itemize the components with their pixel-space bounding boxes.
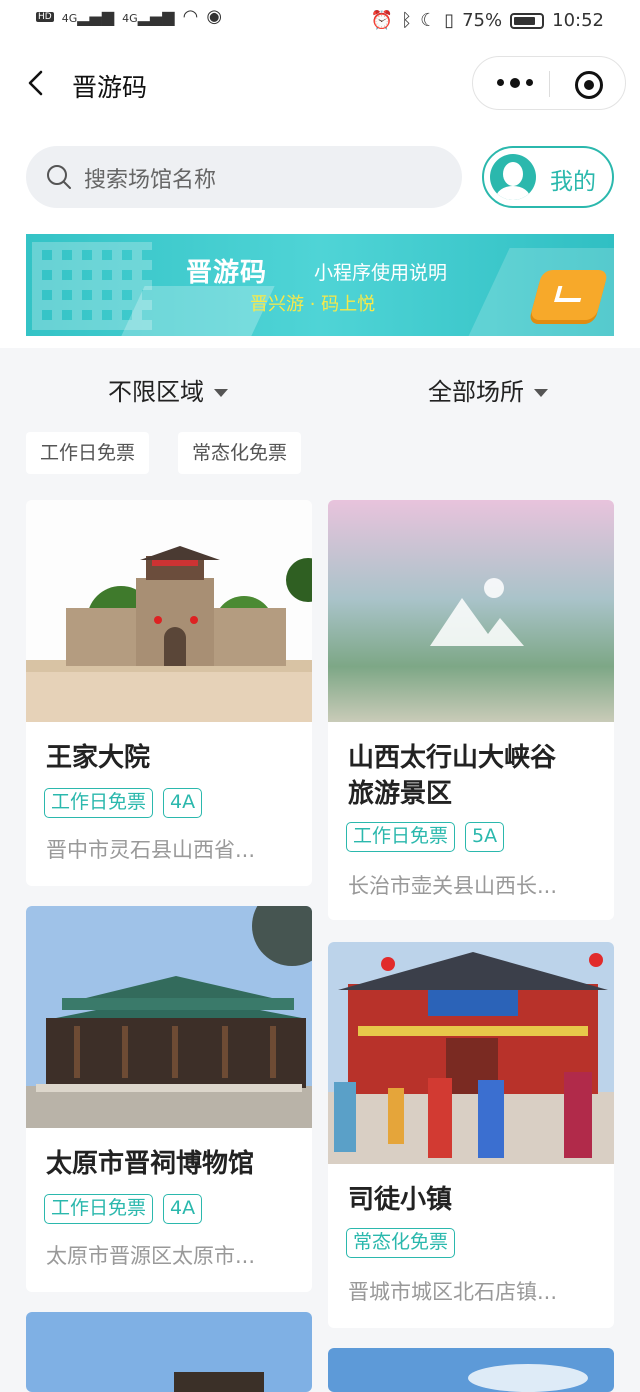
search-placeholder: 搜索场馆名称	[84, 168, 217, 193]
tag: 工作日免票	[44, 1194, 154, 1224]
page-title: 晋游码	[72, 73, 148, 102]
search-icon	[47, 165, 71, 189]
tag: 4A	[163, 1194, 203, 1224]
venue-tags: 工作日免票 5A	[346, 822, 505, 852]
venue-card[interactable]: 山西太行山大峡谷 旅游景区 工作日免票 5A 长治市壶关县山西长...	[328, 500, 614, 920]
venue-card[interactable]: 司徒小镇 常态化免票 晋城市城区北石店镇...	[328, 942, 614, 1328]
search-input[interactable]: 搜索场馆名称	[26, 146, 462, 208]
venue-tags: 工作日免票 4A	[44, 1194, 203, 1224]
venue-card[interactable]: 王家大院 工作日免票 4A 晋中市灵石县山西省...	[26, 500, 312, 886]
venue-photo	[26, 500, 312, 722]
venue-filter-label: 全部场所	[428, 378, 524, 406]
status-bar: HD 4G▂▄▆ 4G▂▄▆ ◠ ◉ ⏰ ᛒ ☾ ▯ 75% 10:52	[0, 0, 640, 44]
check-chip-icon	[529, 270, 609, 320]
back-arrow-icon[interactable]	[22, 68, 52, 98]
venue-card[interactable]: 太原市晋祠博物馆 工作日免票 4A 太原市晋源区太原市...	[26, 906, 312, 1292]
mine-button[interactable]: 我的	[482, 146, 614, 208]
hd-badge: HD	[36, 11, 54, 22]
more-icon[interactable]	[497, 77, 533, 88]
venue-address: 太原市晋源区太原市...	[46, 1244, 256, 1268]
wifi-icon: ◠	[182, 6, 199, 27]
banner-subtitle: 小程序使用说明	[314, 262, 448, 284]
venue-photo	[26, 1312, 312, 1392]
banner-title: 晋游码	[186, 258, 268, 288]
mine-label: 我的	[550, 169, 596, 195]
image-placeholder-icon	[328, 500, 614, 722]
nav-bar: 晋游码	[0, 44, 640, 126]
venue-address: 长治市壶关县山西长...	[348, 874, 558, 898]
usage-guide-banner[interactable]: 晋游码 小程序使用说明 晋兴游 · 码上悦	[26, 234, 614, 336]
filter-chip-normal-free[interactable]: 常态化免票	[178, 432, 302, 474]
clock: 10:52	[552, 10, 604, 31]
venue-photo	[328, 1348, 614, 1392]
caret-down-icon	[534, 389, 548, 397]
venue-name-line-1: 山西太行山大峡谷	[348, 743, 557, 773]
eye-icon: ◉	[206, 6, 223, 27]
tag: 常态化免票	[346, 1228, 456, 1258]
moon-icon: ☾	[420, 10, 437, 31]
battery-icon	[510, 12, 545, 29]
venue-tags: 工作日免票 4A	[44, 788, 203, 818]
region-filter[interactable]: 不限区域	[108, 372, 228, 407]
venue-address: 晋中市灵石县山西省...	[46, 838, 256, 862]
battery-percent: 75%	[462, 10, 503, 31]
signal-4g-icon: 4G▂▄▆	[61, 7, 115, 26]
venue-address: 晋城市城区北石店镇...	[348, 1280, 558, 1304]
capsule-divider	[549, 71, 550, 97]
filter-chip-weekday-free[interactable]: 工作日免票	[26, 432, 150, 474]
vibrate-icon: ▯	[444, 10, 455, 31]
region-filter-label: 不限区域	[108, 378, 204, 406]
venue-name-line-2: 旅游景区	[348, 779, 453, 809]
venue-name: 司徒小镇	[348, 1185, 453, 1215]
venue-photo	[26, 906, 312, 1128]
tag: 4A	[163, 788, 203, 818]
miniprogram-capsule	[472, 56, 626, 110]
venue-photo	[328, 942, 614, 1164]
bluetooth-icon: ᛒ	[401, 10, 413, 31]
venue-type-filter[interactable]: 全部场所	[428, 372, 548, 407]
tag: 工作日免票	[346, 822, 456, 852]
status-right: ⏰ ᛒ ☾ ▯ 75% 10:52	[371, 10, 604, 31]
venue-name: 王家大院	[46, 743, 151, 773]
venue-name: 山西太行山大峡谷 旅游景区	[348, 740, 556, 812]
signal-4g-icon-2: 4G▂▄▆	[122, 7, 175, 26]
banner-tagline: 晋兴游 · 码上悦	[250, 294, 376, 315]
tag: 5A	[465, 822, 505, 852]
venue-card[interactable]	[328, 1348, 614, 1392]
venue-tags: 常态化免票	[346, 1228, 456, 1258]
network-indicators: HD 4G▂▄▆ 4G▂▄▆ ◠ ◉	[36, 6, 222, 27]
tag: 工作日免票	[44, 788, 154, 818]
caret-down-icon	[214, 389, 228, 397]
alarm-icon: ⏰	[370, 10, 394, 31]
venue-card[interactable]	[26, 1312, 312, 1392]
venue-name: 太原市晋祠博物馆	[46, 1149, 255, 1179]
avatar-icon	[490, 154, 536, 200]
close-miniprogram-icon[interactable]	[575, 71, 603, 99]
